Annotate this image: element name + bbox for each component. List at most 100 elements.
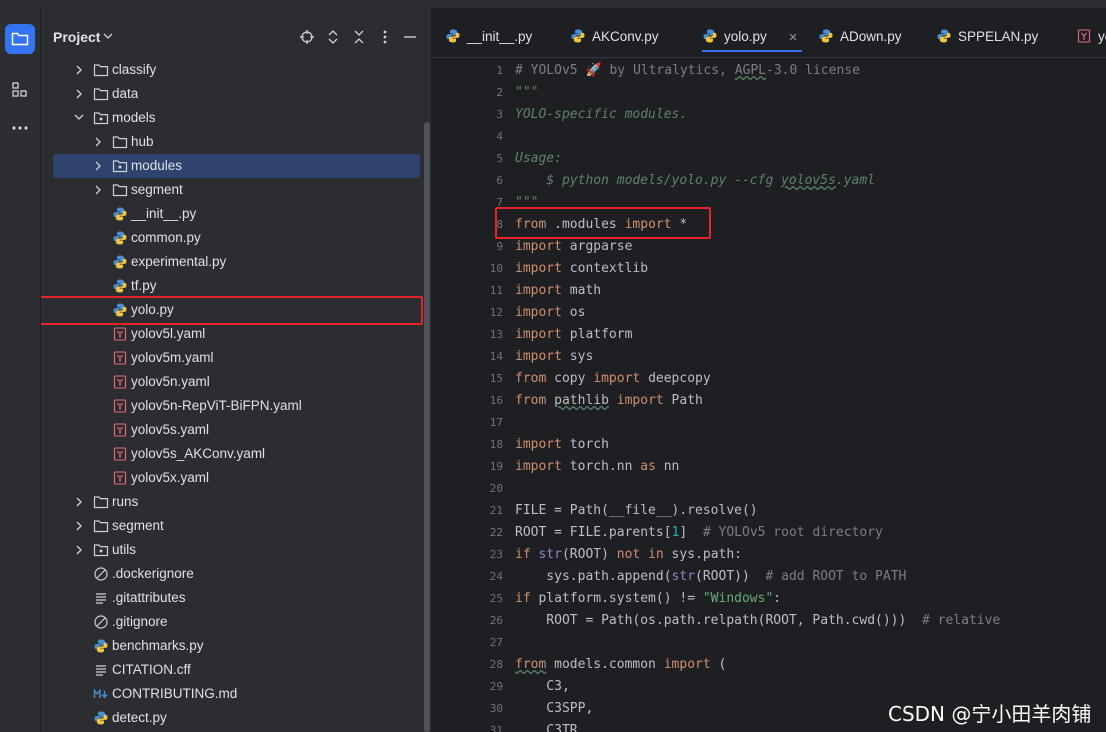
python-file-icon	[570, 28, 586, 44]
tree-item-label: utils	[112, 542, 137, 557]
structure-tool-button[interactable]	[5, 75, 35, 105]
python-file-icon	[702, 28, 718, 44]
more-tools-button[interactable]	[5, 113, 35, 143]
tree-item-utils[interactable]: utils	[41, 538, 421, 562]
tree-item-segment[interactable]: segment	[41, 514, 421, 538]
tree-item-data[interactable]: data	[41, 82, 421, 106]
tree-item-yolov5x-yaml[interactable]: yolov5x.yaml	[41, 466, 421, 490]
tree-item-runs[interactable]: runs	[41, 490, 421, 514]
tree-item-gitattributes[interactable]: .gitattributes	[41, 586, 421, 610]
line-number: 6	[496, 174, 503, 187]
tree-item-modules[interactable]: modules	[53, 154, 420, 178]
yaml-file-icon	[112, 470, 128, 486]
chevron-right-icon[interactable]	[75, 521, 83, 531]
code-line-15: from copy import deepcopy	[515, 371, 711, 386]
tree-item-contributing-md[interactable]: CONTRIBUTING.md	[41, 682, 421, 706]
code-line-29: C3,	[515, 679, 570, 694]
tree-item-gitignore[interactable]: .gitignore	[41, 610, 421, 634]
expand-collapse-icon[interactable]	[325, 29, 341, 45]
tree-item-detect-py[interactable]: detect.py	[41, 706, 421, 730]
tree-item-benchmarks-py[interactable]: benchmarks.py	[41, 634, 421, 658]
chevron-down-icon[interactable]	[74, 113, 84, 121]
highlight-box-yolo-file	[41, 296, 423, 325]
folder-icon	[112, 134, 128, 150]
tree-item-experimental-py[interactable]: experimental.py	[41, 250, 421, 274]
line-number: 12	[489, 306, 503, 319]
chevron-right-icon[interactable]	[75, 89, 83, 99]
code-line-30: C3SPP,	[515, 701, 594, 716]
chevron-down-icon[interactable]	[103, 32, 113, 40]
tree-item-citation-cff[interactable]: CITATION.cff	[41, 658, 421, 682]
tree-item-init-py[interactable]: __init__.py	[41, 202, 421, 226]
tree-item-label: .dockerignore	[112, 566, 194, 581]
project-panel: Project classify data models hub modules segm…	[41, 8, 432, 732]
tree-item-models[interactable]: models	[41, 106, 421, 130]
project-panel-header: Project	[41, 24, 431, 50]
title-bar	[0, 0, 1106, 8]
tree-item-label: benchmarks.py	[112, 638, 204, 653]
tree-item-label: CITATION.cff	[112, 662, 191, 677]
yaml-file-icon	[112, 326, 128, 342]
editor-tabs: __init__.py AKConv.py yolo.py ADown.py SPPEL…	[433, 8, 1106, 58]
line-number: 15	[489, 372, 503, 385]
code-line-11: import math	[515, 283, 602, 298]
options-icon[interactable]	[377, 29, 393, 45]
line-number: 26	[489, 614, 503, 627]
close-icon[interactable]	[788, 32, 798, 42]
package-folder-icon	[112, 158, 128, 174]
ignore-file-icon	[93, 566, 109, 582]
code-line-18: import torch	[515, 437, 609, 452]
python-file-icon	[818, 28, 834, 44]
chevron-right-icon[interactable]	[75, 497, 83, 507]
tree-item-yolov5n-repvit-bifpn-yaml[interactable]: yolov5n-RepViT-BiFPN.yaml	[41, 394, 421, 418]
collapse-all-icon[interactable]	[351, 29, 367, 45]
tree-item-segment[interactable]: segment	[41, 178, 421, 202]
tree-item-yolov5m-yaml[interactable]: yolov5m.yaml	[41, 346, 421, 370]
tree-item-label: classify	[112, 62, 157, 77]
chevron-right-icon[interactable]	[75, 65, 83, 75]
tree-item-hub[interactable]: hub	[41, 130, 421, 154]
tree-item-yolov5l-yaml[interactable]: yolov5l.yaml	[41, 322, 421, 346]
code-line-31: C3TR,	[515, 723, 586, 732]
line-number: 14	[489, 350, 503, 363]
line-number: 29	[489, 680, 503, 693]
tree-item-dockerignore[interactable]: .dockerignore	[41, 562, 421, 586]
code-line-21: FILE = Path(__file__).resolve()	[515, 503, 758, 518]
line-number: 1	[496, 64, 503, 77]
code-line-3: YOLO-specific modules.	[515, 107, 688, 122]
tree-item-yolov5s-yaml[interactable]: yolov5s.yaml	[41, 418, 421, 442]
hide-panel-icon[interactable]	[402, 29, 418, 45]
line-number: 9	[496, 240, 503, 253]
yaml-file-icon	[112, 374, 128, 390]
chevron-right-icon[interactable]	[94, 161, 102, 171]
tree-item-common-py[interactable]: common.py	[41, 226, 421, 250]
chevron-right-icon[interactable]	[94, 185, 102, 195]
line-number: 11	[489, 284, 503, 297]
chevron-right-icon[interactable]	[75, 545, 83, 555]
code-line-2: """	[515, 85, 539, 100]
tree-item-yolov5s-akconv-yaml[interactable]: yolov5s_AKConv.yaml	[41, 442, 421, 466]
text-file-icon	[93, 590, 109, 606]
yaml-file-icon	[112, 398, 128, 414]
package-folder-icon	[93, 110, 109, 126]
project-tool-button[interactable]	[5, 24, 35, 54]
locate-icon[interactable]	[299, 29, 315, 45]
tree-item-tf-py[interactable]: tf.py	[41, 274, 421, 298]
chevron-right-icon[interactable]	[94, 137, 102, 147]
project-scrollbar[interactable]	[424, 122, 430, 732]
code-line-26: ROOT = Path(os.path.relpath(ROOT, Path.c…	[515, 613, 1001, 628]
tree-item-yolov5n-yaml[interactable]: yolov5n.yaml	[41, 370, 421, 394]
tree-item-label: tf.py	[131, 278, 157, 293]
panel-title[interactable]: Project	[53, 29, 100, 45]
line-number: 18	[489, 438, 503, 451]
tree-item-label: yolov5x.yaml	[131, 470, 210, 485]
tab-yolo-py[interactable]: yolo.py	[702, 22, 802, 52]
yaml-file-icon	[1076, 28, 1092, 44]
tab-label: __init__.py	[467, 29, 533, 44]
tree-item-label: common.py	[131, 230, 201, 245]
tree-item-label: CONTRIBUTING.md	[112, 686, 238, 701]
tree-item-classify[interactable]: classify	[41, 58, 421, 82]
line-number: 27	[489, 636, 503, 649]
code-line-1: # YOLOv5 🚀 by Ultralytics, AGPL-3.0 lice…	[515, 63, 860, 78]
line-number: 10	[489, 262, 503, 275]
